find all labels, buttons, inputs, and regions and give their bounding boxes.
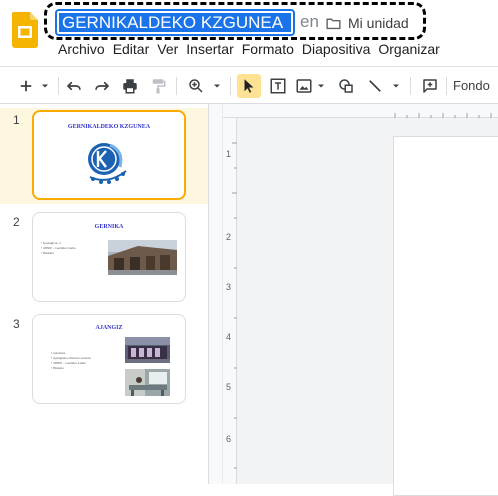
location-prefix: en bbox=[300, 12, 319, 31]
slide-thumbnail[interactable]: GERNIKALDEKO KZGUNEA bbox=[32, 110, 186, 200]
slide-filmstrip: 1 GERNIKALDEKO KZGUNEA 2 GERNIKA • Ipaza… bbox=[0, 104, 208, 484]
toolbar-divider bbox=[410, 77, 411, 95]
image-button[interactable] bbox=[294, 75, 328, 97]
school-photo-image bbox=[125, 337, 170, 363]
slide-number: 1 bbox=[13, 113, 20, 127]
toolbar: Fondo bbox=[0, 66, 498, 104]
menu-slide[interactable]: Diapositiva bbox=[298, 40, 374, 58]
line-icon bbox=[369, 80, 381, 92]
slide-thumbnail[interactable]: AJANGIZ eskolena Ajangizko elizaren ondo… bbox=[32, 314, 186, 404]
menu-view[interactable]: Ver bbox=[153, 40, 182, 58]
text-box-button[interactable] bbox=[266, 75, 290, 97]
current-slide-canvas[interactable] bbox=[393, 136, 498, 496]
dropdown-caret-icon bbox=[393, 84, 399, 88]
paint-format-button[interactable] bbox=[146, 75, 170, 97]
move-to-folder-button[interactable]: Mi unidad bbox=[325, 13, 409, 33]
menu-format[interactable]: Formato bbox=[238, 40, 298, 58]
print-button[interactable] bbox=[118, 75, 142, 97]
horizontal-ruler[interactable] bbox=[223, 104, 498, 118]
slide-number: 3 bbox=[13, 317, 20, 331]
slide-editor: 1 2 3 4 5 6 bbox=[223, 104, 498, 496]
shape-icon bbox=[339, 79, 353, 93]
slide-bullet-list: Ipazagirre, 2 48300 – Gernika Lumo Bizka… bbox=[41, 241, 76, 256]
document-title-text: GERNIKALDEKO KZGUNEA bbox=[59, 13, 291, 32]
slide-title: GERNIKALDEKO KZGUNEA bbox=[67, 124, 151, 130]
shape-button[interactable] bbox=[334, 75, 358, 97]
bullet-item: Bizkaia bbox=[41, 251, 76, 256]
background-button[interactable]: Fondo bbox=[453, 76, 490, 96]
slide-title: GERNIKA bbox=[94, 224, 124, 230]
slide-number: 2 bbox=[13, 215, 20, 229]
redo-button[interactable] bbox=[90, 75, 114, 97]
school-photo bbox=[125, 337, 170, 363]
toolbar-divider bbox=[446, 77, 447, 95]
filmstrip-slide-1[interactable]: 1 GERNIKALDEKO KZGUNEA bbox=[0, 108, 208, 204]
toolbar-divider bbox=[230, 77, 231, 95]
ruler-ticks bbox=[394, 113, 492, 118]
redo-icon bbox=[95, 81, 110, 91]
slides-logo-icon bbox=[12, 12, 38, 48]
slide-bullet-list: eskolena Ajangizko elizaren ondoan 48300… bbox=[51, 351, 91, 371]
undo-icon bbox=[66, 81, 81, 91]
kzgunea-logo-icon bbox=[88, 143, 127, 184]
menu-edit[interactable]: Editar bbox=[109, 40, 154, 58]
slides-app-logo[interactable] bbox=[12, 12, 38, 48]
filmstrip-scrollbar[interactable] bbox=[209, 104, 223, 484]
add-icon bbox=[20, 80, 32, 92]
kzgunea-logo bbox=[84, 139, 132, 189]
add-comment-icon bbox=[423, 79, 437, 93]
toolbar-divider bbox=[58, 77, 59, 95]
slide-title: AJANGIZ bbox=[95, 325, 123, 331]
classroom-photo-image bbox=[125, 369, 170, 396]
vertical-ruler[interactable]: 1 2 3 4 5 6 bbox=[223, 118, 237, 484]
menu-arrange[interactable]: Organizar bbox=[374, 40, 443, 58]
filmstrip-slide-2[interactable]: 2 GERNIKA Ipazagirre, 2 48300 – Gernika … bbox=[0, 210, 208, 306]
title-area: GERNIKALDEKO KZGUNEA en Mi unidad bbox=[44, 2, 426, 40]
document-title-input[interactable]: GERNIKALDEKO KZGUNEA bbox=[55, 9, 295, 36]
ruler-ticks bbox=[232, 142, 237, 469]
bullet-item: Bizkaia bbox=[51, 366, 91, 371]
classroom-photo bbox=[125, 369, 170, 396]
print-icon bbox=[123, 79, 137, 94]
dropdown-caret-icon bbox=[318, 84, 324, 88]
image-icon bbox=[296, 79, 312, 93]
toolbar-divider bbox=[176, 77, 177, 95]
menu-file[interactable]: Archivo bbox=[54, 40, 109, 58]
text-box-icon bbox=[270, 78, 286, 94]
select-tool-button[interactable] bbox=[237, 74, 261, 98]
folder-label: Mi unidad bbox=[348, 15, 409, 31]
slide-thumbnail[interactable]: GERNIKA Ipazagirre, 2 48300 – Gernika Lu… bbox=[32, 212, 186, 302]
undo-button[interactable] bbox=[62, 75, 86, 97]
menu-bar: Archivo Editar Ver Insertar Formato Diap… bbox=[54, 40, 444, 58]
zoom-button[interactable] bbox=[184, 75, 226, 97]
dropdown-caret-icon bbox=[214, 84, 220, 88]
zoom-icon bbox=[189, 79, 203, 93]
paint-format-icon bbox=[152, 79, 166, 94]
line-button[interactable] bbox=[364, 75, 404, 97]
add-comment-button[interactable] bbox=[418, 75, 442, 97]
folder-icon bbox=[326, 18, 341, 29]
menu-insert[interactable]: Insertar bbox=[182, 40, 237, 58]
select-cursor-icon bbox=[244, 79, 254, 93]
new-slide-button[interactable] bbox=[14, 75, 54, 97]
building-photo bbox=[108, 240, 177, 275]
filmstrip-slide-3[interactable]: 3 AJANGIZ eskolena Ajangizko elizaren on… bbox=[0, 312, 208, 408]
dropdown-caret-icon bbox=[42, 84, 48, 88]
building-photo-image bbox=[108, 240, 177, 275]
